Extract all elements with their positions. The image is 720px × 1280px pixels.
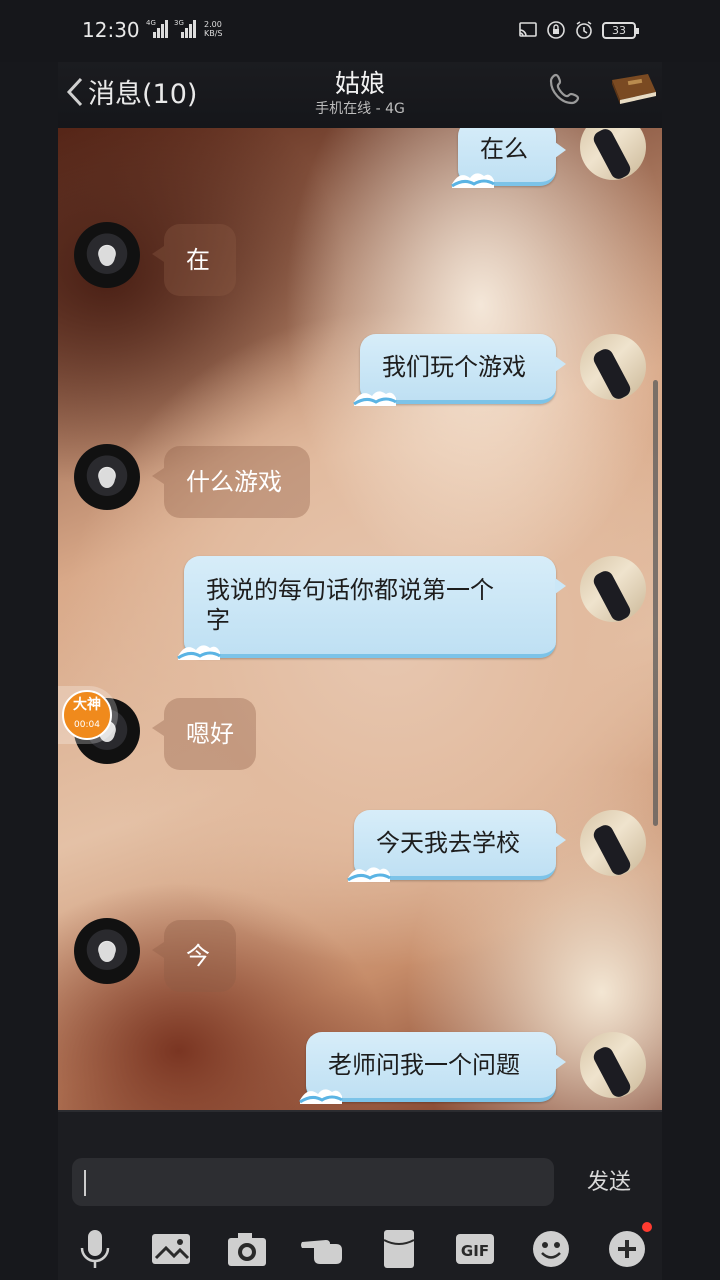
red-packet-button[interactable] xyxy=(376,1228,422,1270)
camera-icon xyxy=(228,1233,266,1266)
my-avatar[interactable] xyxy=(580,334,646,400)
voice-button[interactable] xyxy=(72,1228,118,1270)
message-text: 嗯好 xyxy=(186,720,234,748)
floating-game-badge[interactable]: 大神 00:04 xyxy=(58,686,118,744)
message-text: 老师问我一个问题 xyxy=(328,1051,520,1079)
message-text: 今 xyxy=(186,942,210,970)
battery-icon: 33 xyxy=(602,21,639,39)
more-button[interactable] xyxy=(604,1222,652,1270)
message-text-line-2: 字 xyxy=(206,606,230,634)
incoming-message[interactable]: 今 xyxy=(152,920,236,992)
chat-area[interactable]: 在么 在 我们玩个游戏 什么游戏 我说的每句话你都说第一个 字 嗯好 今天我去学… xyxy=(58,128,662,1110)
photo-album-icon xyxy=(152,1234,190,1264)
notification-dot xyxy=(642,1222,652,1232)
message-text: 在 xyxy=(186,246,210,274)
chat-header: 消息(10) 姑娘 手机在线 - 4G xyxy=(58,62,662,128)
lock-rotation-icon xyxy=(547,21,565,39)
album-button[interactable] xyxy=(148,1228,194,1270)
incoming-message[interactable]: 在 xyxy=(152,224,236,296)
wave-decoration-icon xyxy=(347,867,391,882)
status-bar: 12:30 4G 3G 2.00 KB/S 33 xyxy=(0,0,720,62)
svg-text:GIF: GIF xyxy=(461,1242,489,1260)
incoming-message[interactable]: 嗯好 xyxy=(152,698,256,770)
scrollbar[interactable] xyxy=(653,380,658,826)
alarm-icon xyxy=(576,21,592,39)
signal-strength-icon: 4G xyxy=(146,19,168,38)
status-time: 12:30 xyxy=(82,18,140,42)
emoji-icon xyxy=(533,1231,569,1267)
outgoing-message[interactable]: 今天我去学校 xyxy=(347,810,566,882)
phone-icon[interactable] xyxy=(548,72,582,106)
input-area: 发送 GIF xyxy=(58,1110,662,1280)
contact-avatar[interactable] xyxy=(74,918,140,984)
plus-icon xyxy=(609,1231,645,1267)
poke-icon xyxy=(301,1240,342,1264)
contact-avatar[interactable] xyxy=(74,444,140,510)
wave-decoration-icon xyxy=(451,173,495,188)
status-right-icons: 33 xyxy=(518,20,639,40)
send-button[interactable]: 发送 xyxy=(576,1164,642,1200)
message-input[interactable] xyxy=(72,1158,554,1206)
message-text: 什么游戏 xyxy=(186,468,282,496)
outgoing-message[interactable]: 我说的每句话你都说第一个 字 xyxy=(177,556,566,660)
cast-icon xyxy=(519,22,537,37)
input-toolbar: GIF xyxy=(58,1218,662,1280)
profile-book-icon[interactable] xyxy=(608,70,660,106)
wave-decoration-icon xyxy=(299,1089,343,1104)
my-avatar[interactable] xyxy=(580,128,646,180)
badge-timer: 00:04 xyxy=(74,720,100,730)
message-text: 我们玩个游戏 xyxy=(382,353,526,381)
poke-button[interactable] xyxy=(300,1228,346,1270)
gif-icon: GIF xyxy=(456,1234,494,1264)
network-indicators: 4G 3G 2.00 KB/S xyxy=(146,19,223,38)
microphone-icon xyxy=(80,1230,110,1268)
outgoing-message[interactable]: 在么 xyxy=(451,128,566,188)
badge-logo-text: 大神 xyxy=(73,697,101,713)
wave-decoration-icon xyxy=(177,645,221,660)
contact-avatar[interactable] xyxy=(74,222,140,288)
wave-decoration-icon xyxy=(353,391,397,406)
message-text: 今天我去学校 xyxy=(376,829,520,857)
outgoing-message[interactable]: 老师问我一个问题 xyxy=(299,1032,566,1104)
camera-button[interactable] xyxy=(224,1228,270,1270)
outgoing-message[interactable]: 我们玩个游戏 xyxy=(353,334,566,406)
text-caret xyxy=(84,1170,86,1196)
gif-button[interactable]: GIF xyxy=(452,1228,498,1270)
my-avatar[interactable] xyxy=(580,556,646,622)
my-avatar[interactable] xyxy=(580,1032,646,1098)
signal-strength-icon-2: 3G xyxy=(174,19,196,38)
red-packet-icon xyxy=(383,1230,415,1268)
message-text-line-1: 我说的每句话你都说第一个 xyxy=(206,576,494,604)
my-avatar[interactable] xyxy=(580,810,646,876)
incoming-message[interactable]: 什么游戏 xyxy=(152,446,310,518)
network-speed: 2.00 KB/S xyxy=(204,20,223,38)
message-text: 在么 xyxy=(480,135,528,163)
emoji-button[interactable] xyxy=(528,1228,574,1270)
